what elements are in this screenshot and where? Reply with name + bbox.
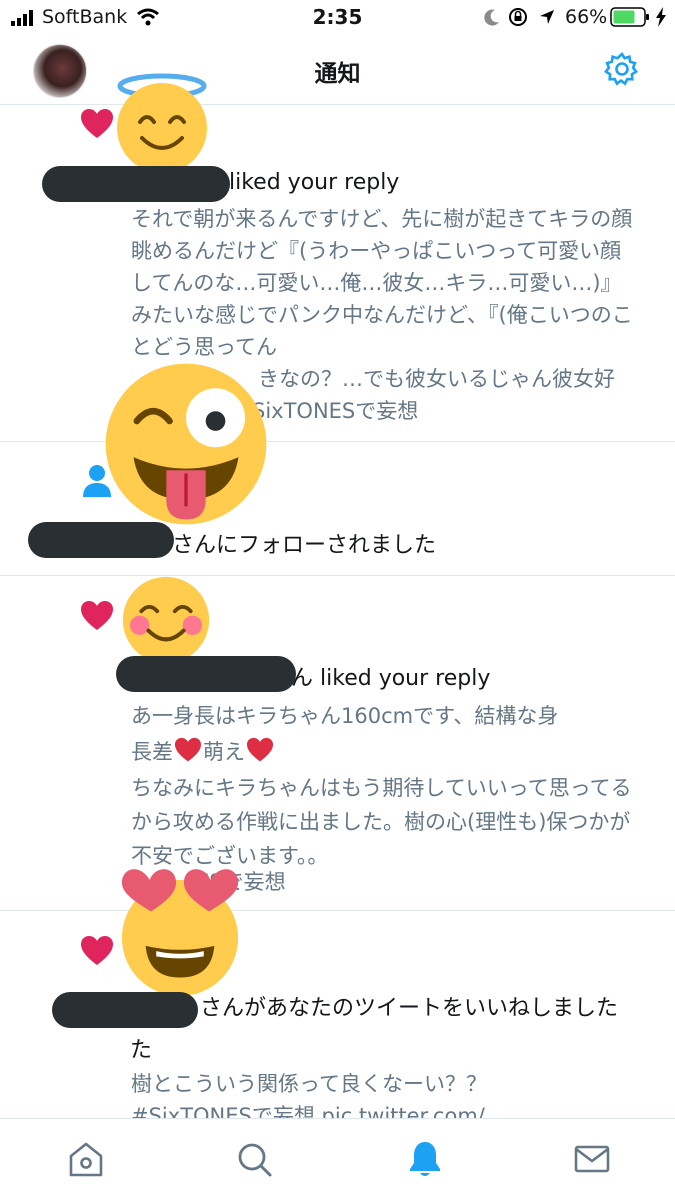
heart-icon	[81, 601, 113, 630]
redacted-username	[116, 656, 296, 692]
divider	[0, 910, 675, 911]
notification-action: さんがあなたのツイートをいいねしました	[200, 996, 619, 1021]
notifications-bell-icon[interactable]	[405, 1139, 445, 1179]
smiling-face-with-halo-icon	[117, 73, 207, 170]
tweet-line-part: 長差	[131, 740, 173, 764]
heart-icon	[81, 109, 113, 138]
battery-percent: 66%	[565, 6, 608, 28]
charging-bolt-icon	[656, 7, 666, 27]
redacted-username	[52, 992, 198, 1028]
top-navigation-bar: 通知	[0, 36, 675, 105]
red-heart-emoji-icon	[175, 737, 201, 762]
smiling-face-with-blush-icon	[122, 576, 210, 664]
status-bar: SoftBank 2:35 66%	[0, 0, 675, 36]
battery-icon	[610, 7, 649, 27]
search-icon[interactable]	[234, 1139, 274, 1179]
divider	[0, 575, 675, 576]
notification-action: liked your reply	[229, 170, 400, 195]
page-title: 通知	[314, 61, 361, 87]
tweet-text[interactable]: あ一身長はキラちゃん160cmです、結構な身 長差 萌え ちなみにキラちゃんはもう…	[131, 699, 641, 873]
tweet-text-continued: きなの？…でも彼女いるじゃん彼女好	[258, 367, 615, 391]
notification-action-wrap: た	[130, 1038, 153, 1063]
notification-action: さんにフォローされました	[172, 533, 437, 558]
moon-icon	[484, 9, 499, 26]
redacted-username	[28, 522, 174, 558]
rotation-lock-icon	[509, 8, 527, 26]
tweet-line: ちなみにキラちゃんはもう期待していいって思ってるから攻める作戦に出ました。樹の心…	[131, 776, 632, 868]
tweet-line-part: 萌え	[203, 740, 245, 764]
red-heart-emoji-icon	[247, 737, 273, 762]
home-icon[interactable]	[66, 1139, 106, 1179]
location-arrow-icon	[540, 10, 554, 24]
winking-face-with-tongue-icon	[105, 363, 267, 525]
settings-gear-icon[interactable]	[603, 50, 641, 88]
tweet-line: 長差 萌え	[131, 735, 641, 769]
hashtag-link[interactable]: SixTONESで妄想	[252, 395, 632, 427]
heart-eyes-face-icon	[121, 869, 239, 996]
notification-action: ん liked your reply	[291, 660, 490, 692]
divider	[0, 441, 675, 442]
messages-envelope-icon[interactable]	[572, 1139, 612, 1179]
notification-action-label: liked your reply	[320, 666, 491, 691]
heart-icon	[81, 936, 113, 965]
bottom-tab-bar	[0, 1118, 675, 1201]
redacted-username	[42, 166, 230, 202]
tweet-line: 樹とこういう関係って良くなーい？？	[131, 1072, 487, 1096]
username-suffix: ん	[291, 666, 314, 691]
tweet-line: あ一身長はキラちゃん160cmです、結構な身	[131, 704, 559, 728]
